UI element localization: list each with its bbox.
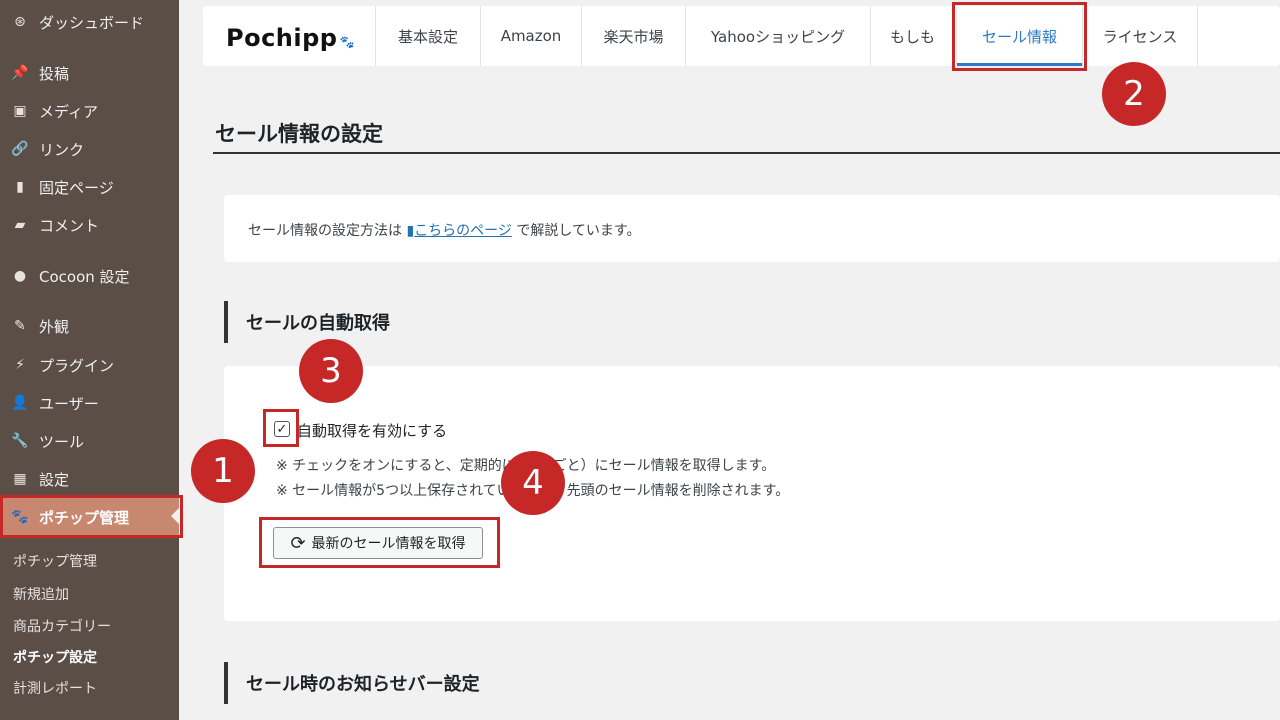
settings-tabbar: Pochipp 🐾 基本設定 Amazon 楽天市場 Yahooショッピング もし… <box>203 6 1280 66</box>
info-suffix: で解説しています。 <box>511 223 641 239</box>
logo-text: Pochipp <box>226 24 338 52</box>
info-text: セール情報の設定方法は ▮こちらのページ で解説しています。 <box>248 220 641 240</box>
sidebar-item-label: コメント <box>39 216 100 235</box>
wrench-icon: 🔧 <box>11 433 29 449</box>
submenu-item-add-new[interactable]: 新規追加 <box>13 584 69 604</box>
section-heading-auto-fetch: セールの自動取得 <box>224 301 390 343</box>
paw-icon: 🐾 <box>339 35 355 49</box>
info-prefix: セール情報の設定方法は <box>248 223 407 239</box>
pochipp-logo: Pochipp 🐾 <box>226 24 355 52</box>
highlight-fetch-button <box>259 517 500 568</box>
submenu-item-category[interactable]: 商品カテゴリー <box>13 616 111 636</box>
settings-icon: ▦ <box>13 471 27 487</box>
sidebar-item-label: 設定 <box>39 470 70 489</box>
title-divider <box>213 152 1280 154</box>
sidebar-item-label: ツール <box>39 432 85 451</box>
submenu-item-report[interactable]: 計測レポート <box>13 678 97 698</box>
book-icon: ▮ <box>406 223 415 239</box>
dashboard-icon: ⊛ <box>14 14 26 30</box>
page-icon: ▮ <box>16 179 24 195</box>
media-icon: ▣ <box>13 103 27 119</box>
section-heading-notice-bar: セール時のお知らせバー設定 <box>224 662 480 704</box>
tab-yahoo[interactable]: Yahooショッピング <box>685 6 870 66</box>
appearance-icon: ✎ <box>14 318 26 334</box>
submenu-item-pochipp-manage[interactable]: ポチップ管理 <box>13 551 97 571</box>
sidebar-item-cocoon[interactable]: ● Cocoon 設定 <box>0 258 179 294</box>
pin-icon: 📌 <box>11 65 29 81</box>
info-card: セール情報の設定方法は ▮こちらのページ で解説しています。 <box>224 195 1280 262</box>
tab-amazon[interactable]: Amazon <box>480 6 581 66</box>
highlight-sale-info-tab <box>952 2 1087 71</box>
page-title: セール情報の設定 <box>215 122 383 146</box>
sidebar-item-settings[interactable]: ▦ 設定 <box>0 461 179 497</box>
submenu-item-pochipp-settings[interactable]: ポチップ設定 <box>13 647 97 667</box>
sidebar-item-comments[interactable]: ▰ コメント <box>0 207 179 243</box>
sidebar-item-label: ダッシュボード <box>39 13 145 32</box>
admin-sidebar: ⊛ ダッシュボード 📌 投稿 ▣ メディア 🔗 リンク ▮ 固定ページ ▰ コメ… <box>0 0 179 720</box>
comment-icon: ▰ <box>14 217 26 233</box>
sidebar-item-plugins[interactable]: ⚡ プラグイン <box>0 347 179 383</box>
sidebar-item-label: 投稿 <box>39 64 70 83</box>
sidebar-item-label: 外観 <box>39 317 70 336</box>
sidebar-item-users[interactable]: 👤 ユーザー <box>0 385 179 421</box>
highlight-checkbox <box>263 409 299 447</box>
highlight-pochipp-menu <box>0 495 183 538</box>
sidebar-item-media[interactable]: ▣ メディア <box>0 93 179 129</box>
auto-fetch-checkbox-label[interactable]: 自動取得を有効にする <box>297 420 447 441</box>
sidebar-item-label: ユーザー <box>39 394 99 413</box>
sidebar-item-tools[interactable]: 🔧 ツール <box>0 423 179 459</box>
tab-basic[interactable]: 基本設定 <box>375 6 480 66</box>
circle-icon: ● <box>13 268 27 284</box>
tab-license[interactable]: ライセンス <box>1082 6 1198 66</box>
tab-moshimo[interactable]: もしも <box>870 6 954 66</box>
tab-rakuten[interactable]: 楽天市場 <box>581 6 685 66</box>
annotation-badge-2: 2 <box>1102 62 1166 126</box>
sidebar-item-label: 固定ページ <box>39 178 114 197</box>
sidebar-item-appearance[interactable]: ✎ 外観 <box>0 308 179 344</box>
plugin-icon: ⚡ <box>15 357 25 373</box>
sidebar-item-label: メディア <box>39 102 98 121</box>
sidebar-item-pages[interactable]: ▮ 固定ページ <box>0 169 179 205</box>
info-link[interactable]: こちらのページ <box>414 223 512 239</box>
sidebar-item-label: プラグイン <box>39 356 115 375</box>
sidebar-item-dashboard[interactable]: ⊛ ダッシュボード <box>0 4 179 40</box>
link-icon: 🔗 <box>11 141 29 157</box>
sidebar-item-links[interactable]: 🔗 リンク <box>0 131 179 167</box>
annotation-badge-4: 4 <box>501 451 565 515</box>
sidebar-item-posts[interactable]: 📌 投稿 <box>0 55 179 91</box>
annotation-badge-1: 1 <box>191 439 255 503</box>
annotation-badge-3: 3 <box>299 339 363 403</box>
sidebar-item-label: リンク <box>39 140 85 159</box>
sidebar-item-label: Cocoon 設定 <box>39 267 130 286</box>
user-icon: 👤 <box>11 395 29 411</box>
